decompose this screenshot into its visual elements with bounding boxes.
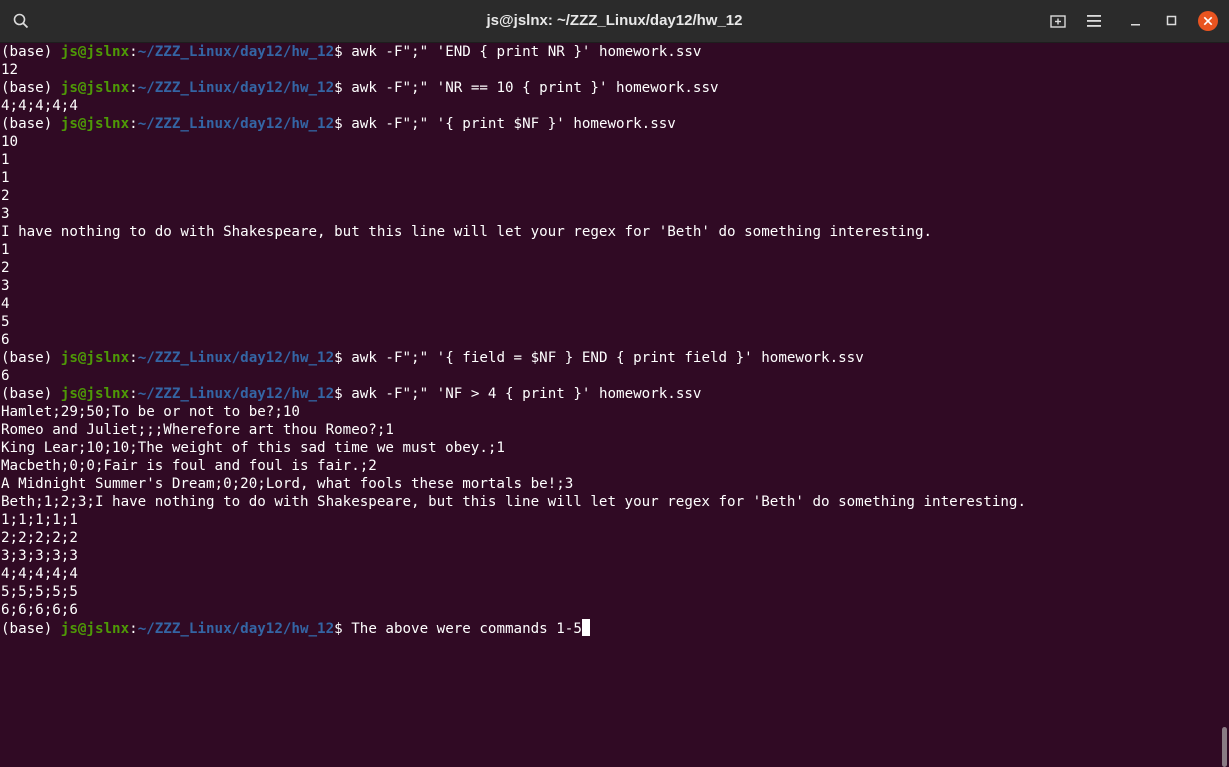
command-text: awk -F";" 'END { print NR }' homework.ss… <box>351 44 702 60</box>
command-text: awk -F";" 'NR == 10 { print }' homework.… <box>351 80 719 96</box>
prompt-symbol: $ <box>334 386 352 402</box>
output-line: 2 <box>1 260 10 276</box>
output-line: 6;6;6;6;6 <box>1 602 78 618</box>
output-line: 4 <box>1 296 10 312</box>
output-line: 2 <box>1 188 10 204</box>
title-bar: js@jslnx: ~/ZZZ_Linux/day12/hw_12 <box>0 0 1229 43</box>
prompt-separator: : <box>129 350 138 366</box>
output-line: Beth;1;2;3;I have nothing to do with Sha… <box>1 494 1026 510</box>
minimize-icon[interactable] <box>1121 6 1151 36</box>
prompt-env: (base) <box>1 80 61 96</box>
output-line: 1 <box>1 242 10 258</box>
output-line: 3 <box>1 278 10 294</box>
prompt-user-host: js@jslnx <box>60 80 130 96</box>
prompt-env: (base) <box>1 386 61 402</box>
scrollbar[interactable] <box>1222 727 1227 767</box>
prompt-path: ~/ZZZ_Linux/day12/hw_12 <box>137 386 335 402</box>
output-line: 5 <box>1 314 10 330</box>
output-line: A Midnight Summer's Dream;0;20;Lord, wha… <box>1 476 574 492</box>
output-line: Romeo and Juliet;;;Wherefore art thou Ro… <box>1 422 394 438</box>
prompt-line: (base) js@jslnx:~/ZZZ_Linux/day12/hw_12$… <box>1 385 1026 403</box>
close-icon[interactable] <box>1193 6 1223 36</box>
prompt-separator: : <box>129 386 138 402</box>
output-line: Hamlet;29;50;To be or not to be?;10 <box>1 404 300 420</box>
terminal-area[interactable]: (base) js@jslnx:~/ZZZ_Linux/day12/hw_12$… <box>0 43 1229 767</box>
output-line: Macbeth;0;0;Fair is foul and foul is fai… <box>1 458 377 474</box>
prompt-separator: : <box>129 80 138 96</box>
prompt-separator: : <box>129 621 138 637</box>
hamburger-menu-icon[interactable] <box>1079 6 1109 36</box>
output-line: 3 <box>1 206 10 222</box>
prompt-line: (base) js@jslnx:~/ZZZ_Linux/day12/hw_12$… <box>1 115 1026 133</box>
prompt-user-host: js@jslnx <box>60 116 130 132</box>
command-text: awk -F";" 'NF > 4 { print }' homework.ss… <box>351 386 702 402</box>
output-line: 1 <box>1 152 10 168</box>
prompt-separator: : <box>129 44 138 60</box>
prompt-env: (base) <box>1 350 61 366</box>
output-line: 4;4;4;4;4 <box>1 98 78 114</box>
output-line: King Lear;10;10;The weight of this sad t… <box>1 440 505 456</box>
prompt-user-host: js@jslnx <box>60 621 130 637</box>
prompt-env: (base) <box>1 44 61 60</box>
prompt-env: (base) <box>1 621 61 637</box>
command-text: awk -F";" '{ field = $NF } END { print f… <box>351 350 864 366</box>
output-line: 1 <box>1 170 10 186</box>
output-line: 2;2;2;2;2 <box>1 530 78 546</box>
output-line: 1;1;1;1;1 <box>1 512 78 528</box>
prompt-path: ~/ZZZ_Linux/day12/hw_12 <box>137 350 335 366</box>
command-text: The above were commands 1-5 <box>351 621 582 637</box>
prompt-symbol: $ <box>334 44 352 60</box>
prompt-line: (base) js@jslnx:~/ZZZ_Linux/day12/hw_12$… <box>1 349 1026 367</box>
prompt-line: (base) js@jslnx:~/ZZZ_Linux/day12/hw_12$… <box>1 619 1026 637</box>
text-cursor <box>581 619 590 636</box>
prompt-path: ~/ZZZ_Linux/day12/hw_12 <box>137 44 335 60</box>
prompt-path: ~/ZZZ_Linux/day12/hw_12 <box>137 80 335 96</box>
prompt-symbol: $ <box>334 80 352 96</box>
prompt-env: (base) <box>1 116 61 132</box>
prompt-user-host: js@jslnx <box>60 386 130 402</box>
prompt-separator: : <box>129 116 138 132</box>
output-line: 12 <box>1 62 19 78</box>
prompt-line: (base) js@jslnx:~/ZZZ_Linux/day12/hw_12$… <box>1 43 1026 61</box>
prompt-line: (base) js@jslnx:~/ZZZ_Linux/day12/hw_12$… <box>1 79 1026 97</box>
prompt-user-host: js@jslnx <box>60 350 130 366</box>
output-line: 6 <box>1 332 10 348</box>
prompt-path: ~/ZZZ_Linux/day12/hw_12 <box>137 621 335 637</box>
output-line: I have nothing to do with Shakespeare, b… <box>1 224 933 240</box>
command-text: awk -F";" '{ print $NF }' homework.ssv <box>351 116 676 132</box>
terminal-output: (base) js@jslnx:~/ZZZ_Linux/day12/hw_12$… <box>1 43 1026 637</box>
output-line: 3;3;3;3;3 <box>1 548 78 564</box>
output-line: 10 <box>1 134 19 150</box>
new-tab-icon[interactable] <box>1043 6 1073 36</box>
output-line: 6 <box>1 368 10 384</box>
prompt-symbol: $ <box>334 621 352 637</box>
prompt-symbol: $ <box>334 116 352 132</box>
output-line: 4;4;4;4;4 <box>1 566 78 582</box>
prompt-symbol: $ <box>334 350 352 366</box>
prompt-path: ~/ZZZ_Linux/day12/hw_12 <box>137 116 335 132</box>
maximize-icon[interactable] <box>1157 6 1187 36</box>
prompt-user-host: js@jslnx <box>60 44 130 60</box>
output-line: 5;5;5;5;5 <box>1 584 78 600</box>
